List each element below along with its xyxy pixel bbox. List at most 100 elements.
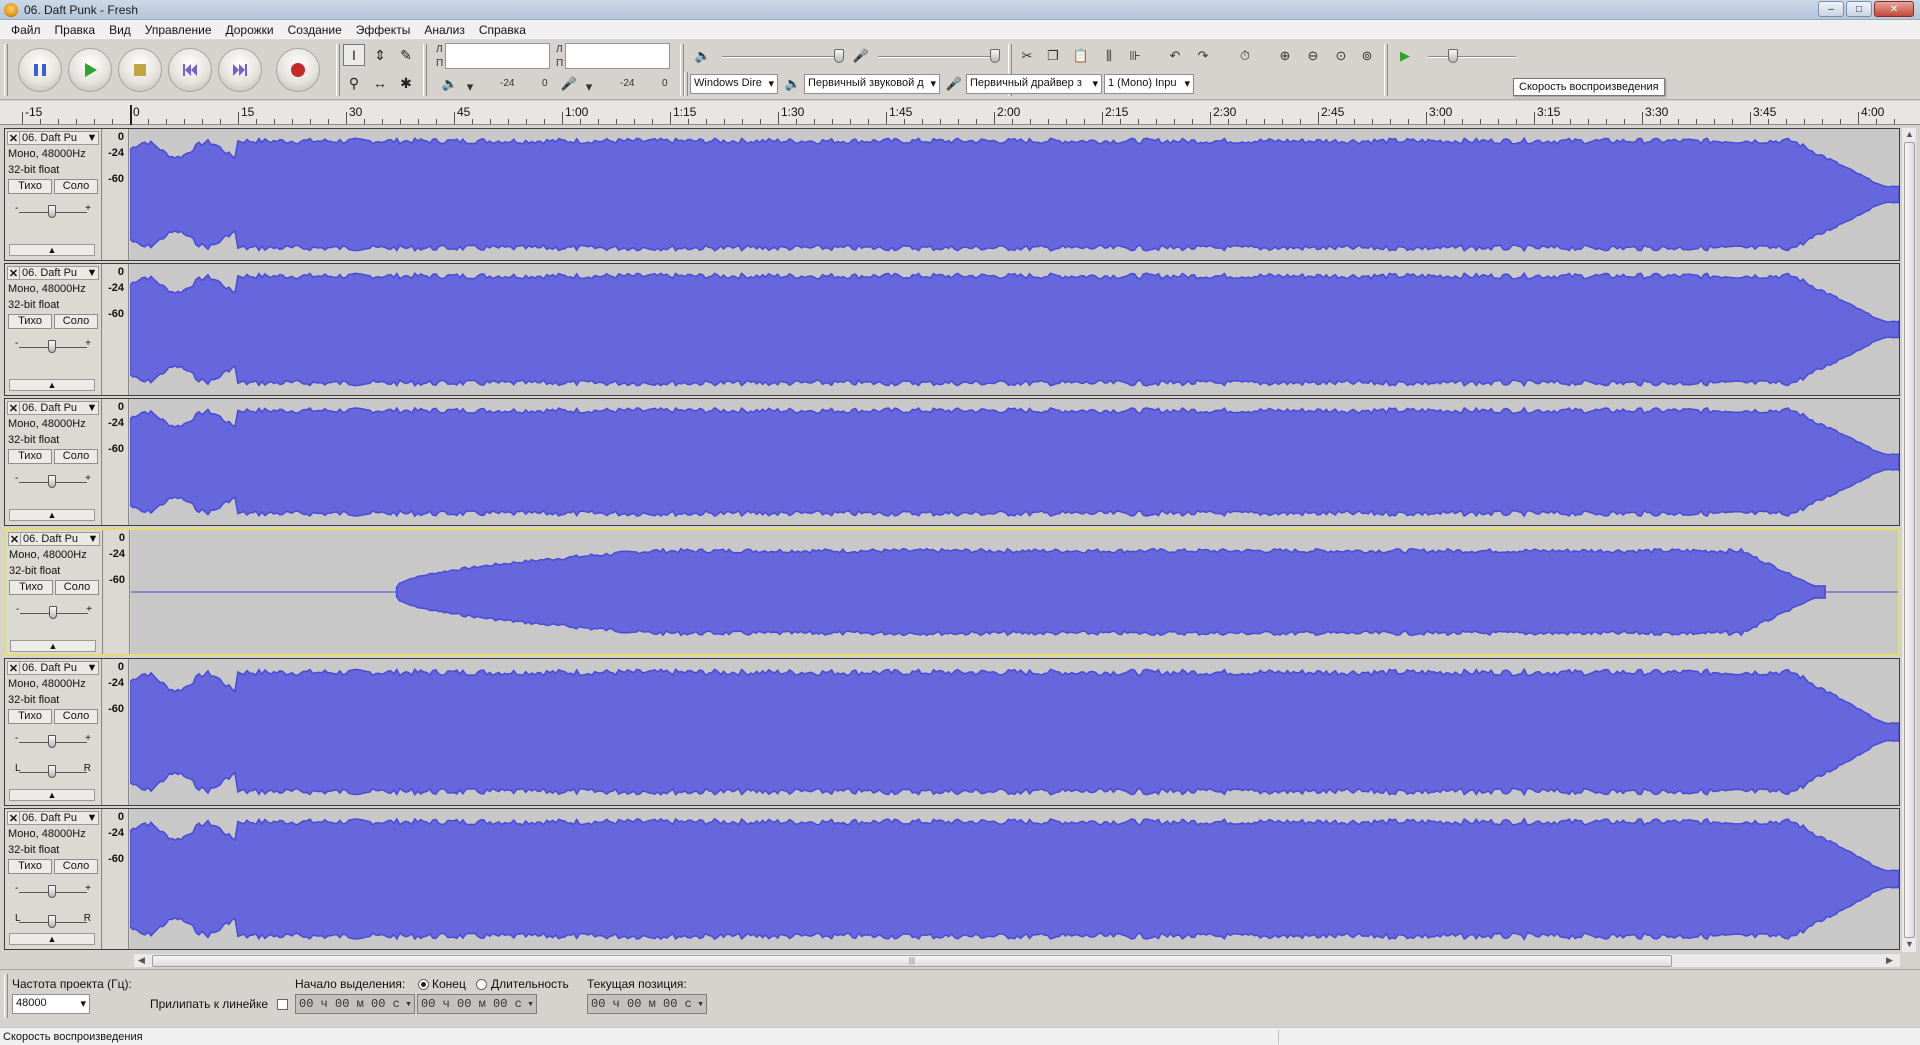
- playhead-marker[interactable]: [130, 105, 132, 125]
- waveform-area[interactable]: [130, 264, 1899, 395]
- scroll-left-icon[interactable]: ◀: [138, 955, 145, 966]
- gain-slider-thumb[interactable]: [48, 735, 56, 748]
- track-name-menu[interactable]: ✕ 06. Daft Pu ▼: [7, 661, 99, 675]
- toolbar-grip[interactable]: [684, 72, 688, 96]
- fit-selection-icon[interactable]: ⊙: [1330, 45, 1352, 67]
- output-level-meter[interactable]: [445, 43, 550, 69]
- trim-icon[interactable]: ⫼: [1098, 45, 1120, 67]
- track-name-menu[interactable]: ✕ 06. Daft Pu ▼: [7, 811, 99, 825]
- close-window-button[interactable]: ✕: [1874, 1, 1914, 17]
- gain-slider[interactable]: - +: [15, 733, 91, 749]
- audio-track[interactable]: ✕ 06. Daft Pu ▼ Моно, 48000Hz 32-bit float Ти…: [4, 128, 1900, 261]
- track-dropdown-icon[interactable]: ▼: [86, 402, 98, 414]
- playback-device-select[interactable]: Первичный звуковой д: [804, 74, 940, 94]
- output-volume-slider[interactable]: [722, 56, 840, 58]
- menu-file[interactable]: Файл: [4, 23, 48, 37]
- toolbar-grip[interactable]: [1384, 44, 1388, 96]
- solo-button[interactable]: Соло: [54, 709, 98, 724]
- output-meter-menu-icon[interactable]: ▾: [459, 76, 481, 98]
- gain-slider[interactable]: - +: [15, 203, 91, 219]
- toolbar-grip[interactable]: [336, 44, 340, 96]
- toolbar-grip[interactable]: [423, 44, 427, 96]
- collapse-track-button[interactable]: ▲: [9, 379, 95, 391]
- cut-icon[interactable]: ✂: [1016, 45, 1038, 67]
- project-rate-select[interactable]: 48000: [12, 994, 90, 1014]
- output-volume-thumb[interactable]: [834, 49, 844, 63]
- pan-slider[interactable]: LR: [15, 913, 91, 929]
- mute-button[interactable]: Тихо: [8, 709, 52, 724]
- silence-icon[interactable]: ⊪: [1124, 45, 1146, 67]
- track-name-menu[interactable]: ✕ 06. Daft Pu ▼: [7, 266, 99, 280]
- track-name-menu[interactable]: ✕ 06. Daft Pu ▼: [8, 532, 100, 546]
- end-radio[interactable]: [418, 979, 429, 990]
- audio-track[interactable]: ✕ 06. Daft Pu ▼ Моно, 48000Hz 32-bit float Ти…: [4, 808, 1900, 950]
- menu-effect[interactable]: Эффекты: [349, 23, 418, 37]
- mute-button[interactable]: Тихо: [9, 580, 53, 595]
- toolbar-grip[interactable]: [4, 44, 8, 96]
- skip-to-start-button[interactable]: [168, 48, 212, 92]
- track-dropdown-icon[interactable]: ▼: [86, 812, 98, 824]
- input-volume-slider[interactable]: [878, 56, 996, 58]
- mute-button[interactable]: Тихо: [8, 179, 52, 194]
- collapse-track-button[interactable]: ▲: [9, 509, 95, 521]
- recording-channels-select[interactable]: 1 (Mono) Inpu: [1104, 74, 1194, 94]
- track-control-panel[interactable]: ✕ 06. Daft Pu ▼ Моно, 48000Hz 32-bit float Ти…: [5, 399, 102, 525]
- track-dropdown-icon[interactable]: ▼: [86, 267, 98, 279]
- waveform-area[interactable]: [131, 530, 1898, 654]
- selection-end-time[interactable]: 00 ч 00 м 00 с: [417, 994, 537, 1014]
- track-name-menu[interactable]: ✕ 06. Daft Pu ▼: [7, 131, 99, 145]
- audio-track[interactable]: ✕ 06. Daft Pu ▼ Моно, 48000Hz 32-bit float Ти…: [4, 398, 1900, 526]
- track-control-panel[interactable]: ✕ 06. Daft Pu ▼ Моно, 48000Hz 32-bit float Ти…: [5, 129, 102, 260]
- menu-analyze[interactable]: Анализ: [417, 23, 472, 37]
- input-level-meter[interactable]: [565, 43, 670, 69]
- close-track-icon[interactable]: ✕: [9, 532, 21, 546]
- close-track-icon[interactable]: ✕: [8, 266, 20, 280]
- gain-slider[interactable]: - +: [15, 473, 91, 489]
- solo-button[interactable]: Соло: [55, 580, 99, 595]
- collapse-track-button[interactable]: ▲: [9, 789, 95, 801]
- menu-tracks[interactable]: Дорожки: [219, 23, 281, 37]
- close-track-icon[interactable]: ✕: [8, 401, 20, 415]
- stop-button[interactable]: [118, 48, 162, 92]
- gain-slider-thumb[interactable]: [48, 340, 56, 353]
- copy-icon[interactable]: ❐: [1042, 45, 1064, 67]
- horizontal-scroll-thumb[interactable]: |||: [152, 955, 1672, 967]
- solo-button[interactable]: Соло: [54, 859, 98, 874]
- undo-icon[interactable]: ↶: [1164, 45, 1186, 67]
- track-name-menu[interactable]: ✕ 06. Daft Pu ▼: [7, 401, 99, 415]
- collapse-track-button[interactable]: ▲: [9, 244, 95, 256]
- mute-button[interactable]: Тихо: [8, 314, 52, 329]
- sync-lock-icon[interactable]: ⏱: [1234, 45, 1256, 67]
- audio-track[interactable]: ✕ 06. Daft Pu ▼ Моно, 48000Hz 32-bit float Ти…: [4, 658, 1900, 806]
- audio-position-time[interactable]: 00 ч 00 м 00 с: [587, 994, 707, 1014]
- zoom-tool-icon[interactable]: ⚲: [343, 72, 365, 94]
- gain-slider[interactable]: - +: [15, 338, 91, 354]
- pan-slider-thumb[interactable]: [48, 765, 56, 778]
- zoom-out-icon[interactable]: ⊖: [1302, 45, 1324, 67]
- menu-help[interactable]: Справка: [472, 23, 533, 37]
- input-volume-thumb[interactable]: [990, 49, 1000, 63]
- timeline-ruler[interactable]: -15 0 15 30 45 1:00 1:15 1:30 1:45 2:00 2:15 2:30 2:…: [0, 101, 1920, 125]
- redo-icon[interactable]: ↷: [1192, 45, 1214, 67]
- mute-button[interactable]: Тихо: [8, 859, 52, 874]
- gain-slider-thumb[interactable]: [48, 475, 56, 488]
- pan-slider-thumb[interactable]: [48, 915, 56, 928]
- waveform-area[interactable]: [130, 659, 1899, 805]
- audio-track[interactable]: ✕ 06. Daft Pu ▼ Моно, 48000Hz 32-bit float Ти…: [4, 263, 1900, 396]
- time-shift-tool-icon[interactable]: ↔: [369, 72, 391, 94]
- playback-speed-thumb[interactable]: [1448, 49, 1458, 63]
- scroll-right-icon[interactable]: ▶: [1886, 955, 1893, 966]
- solo-button[interactable]: Соло: [54, 314, 98, 329]
- gain-slider[interactable]: - +: [16, 604, 92, 620]
- track-control-panel[interactable]: ✕ 06. Daft Pu ▼ Моно, 48000Hz 32-bit float Ти…: [6, 530, 103, 654]
- pause-button[interactable]: [18, 48, 62, 92]
- track-control-panel[interactable]: ✕ 06. Daft Pu ▼ Моно, 48000Hz 32-bit float Ти…: [5, 264, 102, 395]
- menu-generate[interactable]: Создание: [281, 23, 349, 37]
- zoom-in-icon[interactable]: ⊕: [1274, 45, 1296, 67]
- fit-project-icon[interactable]: ⊚: [1356, 45, 1378, 67]
- snap-to-checkbox[interactable]: [277, 999, 288, 1010]
- multi-tool-icon[interactable]: ✱: [395, 72, 417, 94]
- waveform-area[interactable]: [130, 129, 1899, 260]
- collapse-track-button[interactable]: ▲: [9, 933, 95, 945]
- mute-button[interactable]: Тихо: [8, 449, 52, 464]
